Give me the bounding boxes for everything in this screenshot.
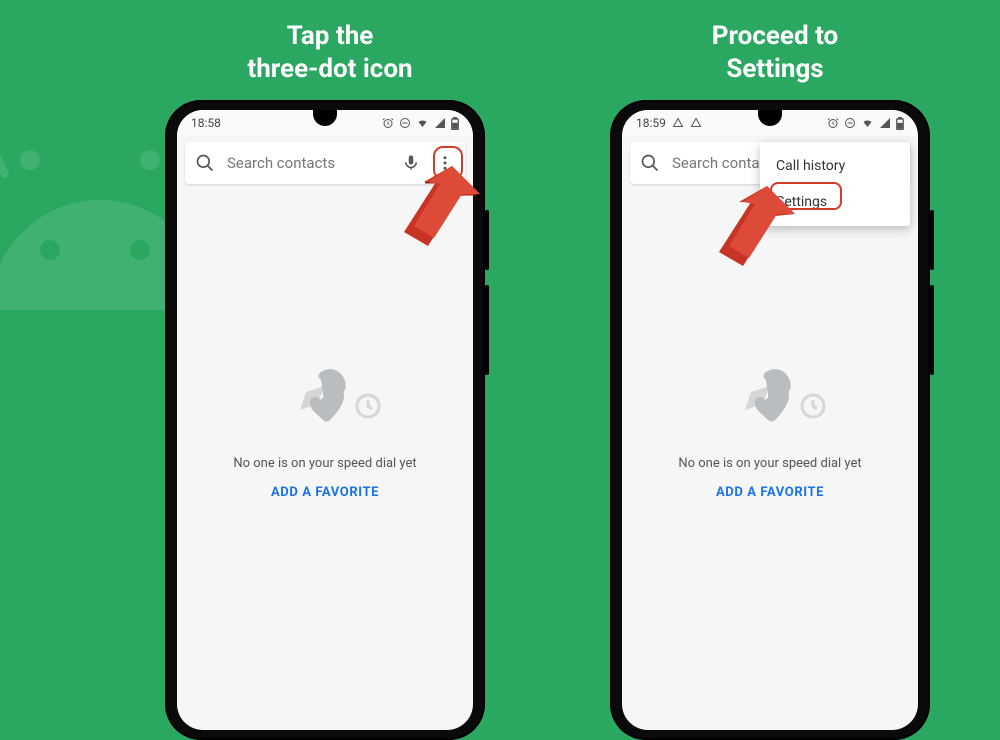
phone-side-button [485, 210, 489, 270]
menu-item-call-history[interactable]: Call history [760, 148, 910, 184]
add-favorite-button[interactable]: ADD A FAVORITE [177, 485, 473, 500]
signal-icon [879, 117, 891, 129]
phone-side-button [930, 285, 934, 375]
search-placeholder: Search contacts [227, 154, 389, 172]
search-icon [193, 151, 217, 175]
phone-mockup-right: 18:59 Search conta Call history Settings [610, 100, 930, 740]
speed-dial-empty-icon [715, 360, 825, 440]
caption-left-line1: Tap the [287, 21, 374, 51]
dnd-icon [399, 117, 411, 129]
phone-mockup-left: 18:58 Search contacts [165, 100, 485, 740]
wifi-icon [416, 117, 429, 129]
alarm-icon [827, 117, 839, 129]
status-time: 18:58 [191, 116, 221, 130]
phone-screen: 18:58 Search contacts [177, 110, 473, 730]
notification-icon [672, 117, 684, 129]
search-bar[interactable]: Search contacts [185, 142, 465, 184]
notification-icon [690, 117, 702, 129]
empty-message: No one is on your speed dial yet [622, 456, 918, 471]
phone-screen: 18:59 Search conta Call history Settings [622, 110, 918, 730]
overflow-menu: Call history Settings [760, 142, 910, 226]
empty-state: No one is on your speed dial yet ADD A F… [177, 360, 473, 500]
battery-icon [451, 117, 459, 130]
add-favorite-button[interactable]: ADD A FAVORITE [622, 485, 918, 500]
caption-right-line1: Proceed to [712, 21, 838, 51]
dnd-icon [844, 117, 856, 129]
caption-left: Tap the three-dot icon [180, 20, 480, 85]
caption-right-line2: Settings [726, 54, 823, 84]
signal-icon [434, 117, 446, 129]
caption-right: Proceed to Settings [625, 20, 925, 85]
status-time: 18:59 [636, 116, 666, 130]
wifi-icon [861, 117, 874, 129]
phone-side-button [930, 210, 934, 270]
battery-icon [896, 117, 904, 130]
menu-item-settings[interactable]: Settings [760, 184, 910, 220]
phone-side-button [485, 285, 489, 375]
empty-state: No one is on your speed dial yet ADD A F… [622, 360, 918, 500]
empty-message: No one is on your speed dial yet [177, 456, 473, 471]
alarm-icon [382, 117, 394, 129]
search-icon [638, 151, 662, 175]
mic-icon[interactable] [399, 151, 423, 175]
more-icon[interactable] [433, 151, 457, 175]
speed-dial-empty-icon [270, 360, 380, 440]
caption-left-line2: three-dot icon [247, 54, 412, 84]
